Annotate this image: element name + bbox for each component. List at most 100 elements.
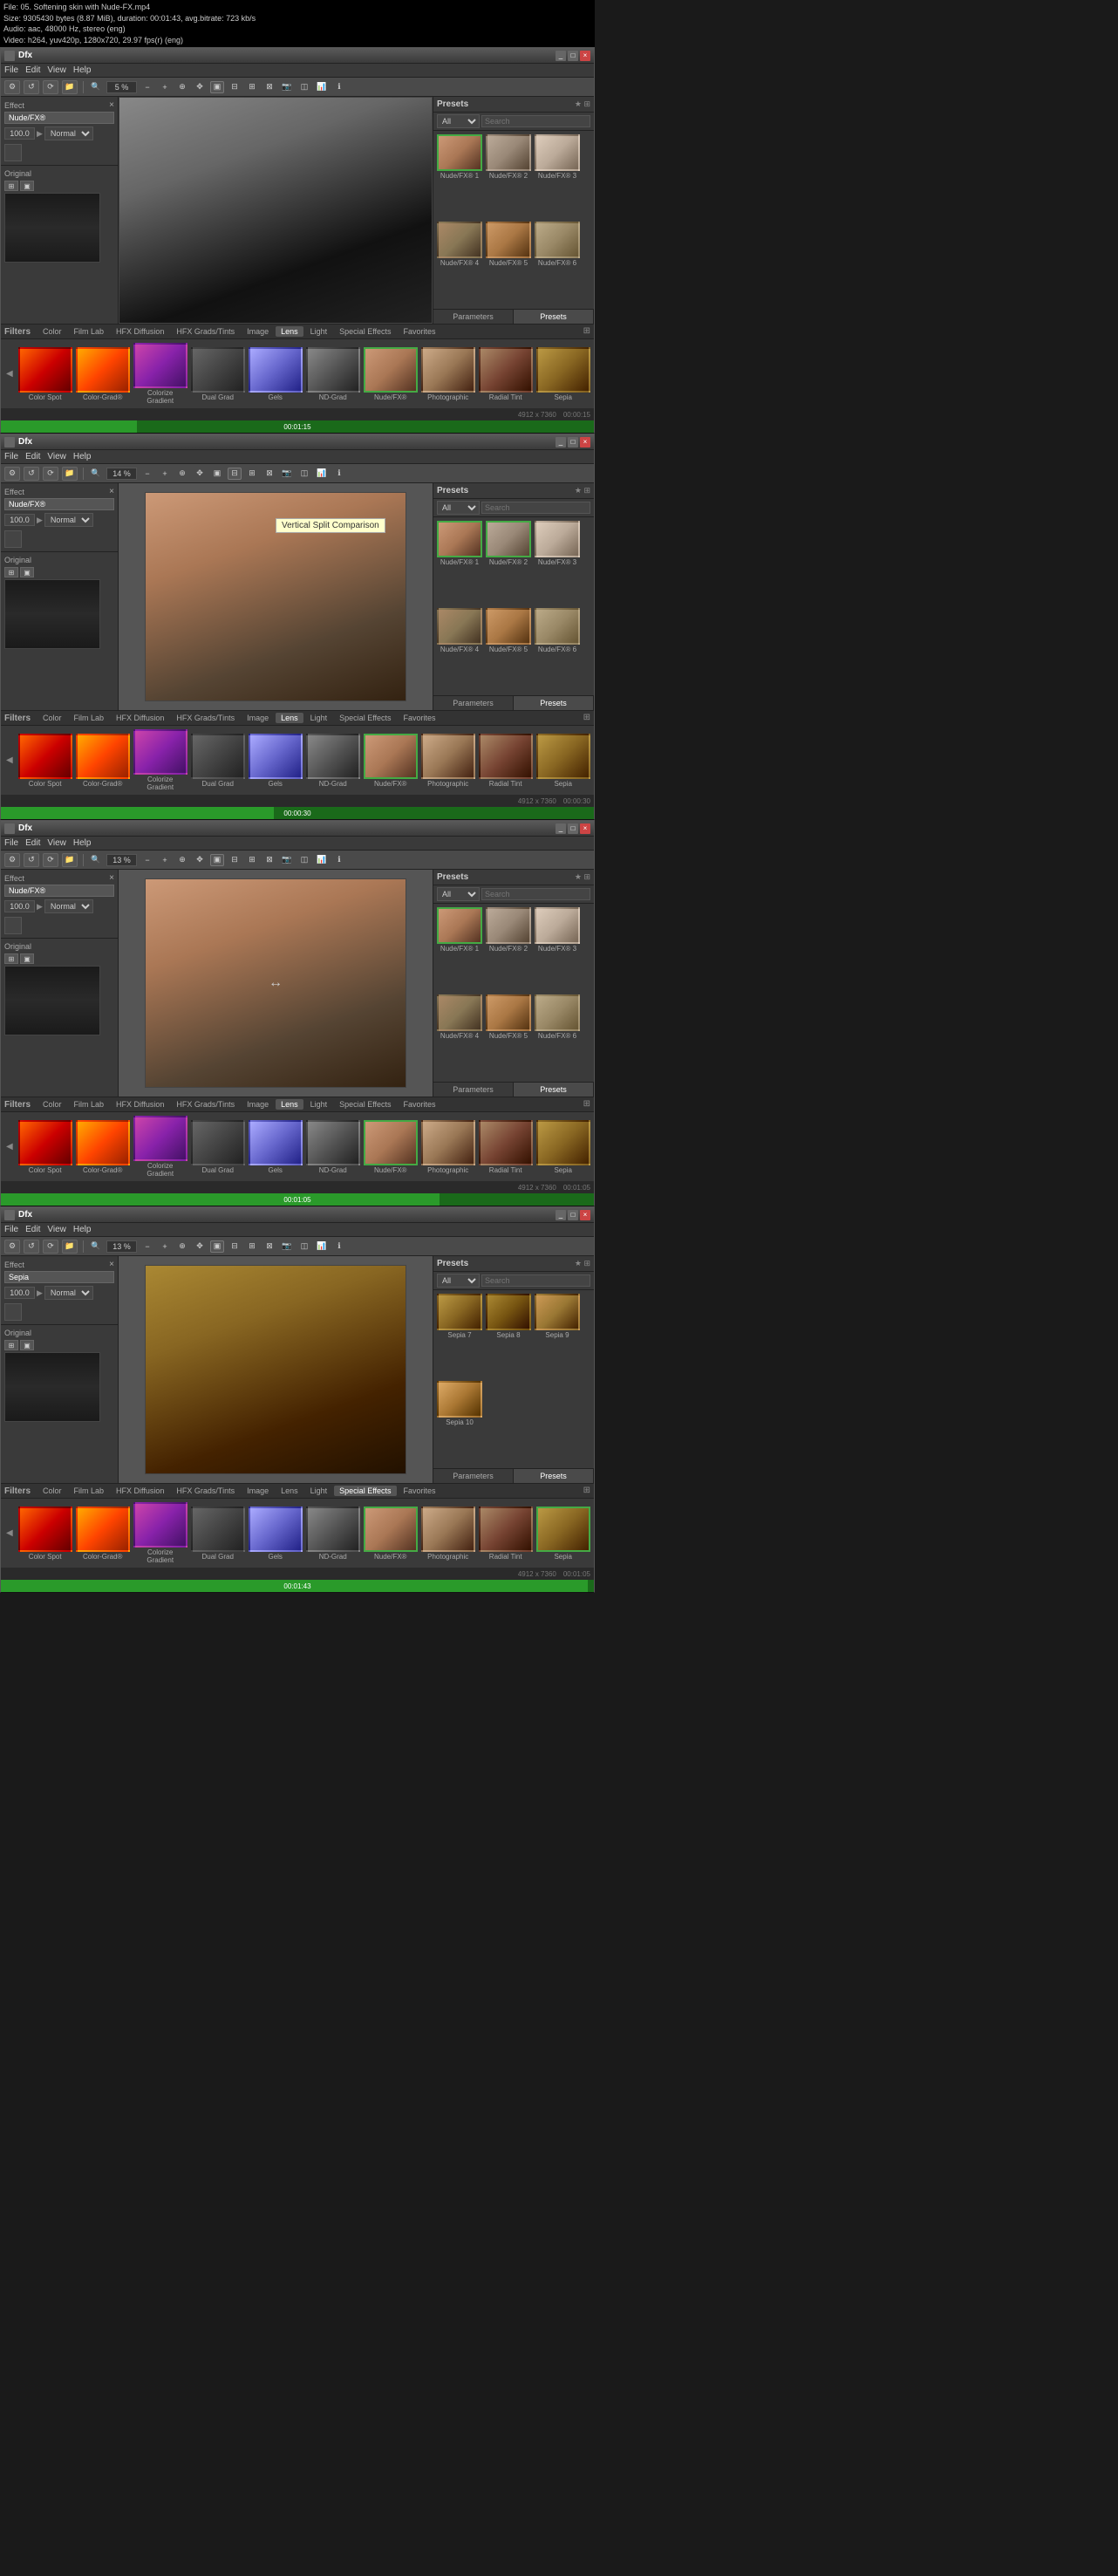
filter-tab-light-4[interactable]: Light (305, 1486, 333, 1496)
filter-item-colorize-3[interactable]: Colorize Gradient (133, 1116, 187, 1178)
preset-item-1-2[interactable]: Nude/FX® 2 (486, 134, 531, 218)
preset-item-4-10[interactable]: Sepia 10 (437, 1381, 482, 1465)
menu-view-2[interactable]: View (47, 452, 66, 461)
histogram-btn-4[interactable]: 📊 (315, 1240, 329, 1253)
preset-thumb-3-4[interactable] (437, 994, 482, 1031)
settings-btn-1[interactable]: ⚙ (4, 80, 20, 94)
menu-help-3[interactable]: Help (73, 838, 92, 848)
preset-thumb-4-8[interactable] (486, 1294, 531, 1330)
maximize-btn-1[interactable]: □ (568, 51, 578, 61)
minimize-btn-1[interactable]: _ (556, 51, 566, 61)
preset-item-3-6[interactable]: Nude/FX® 6 (535, 994, 580, 1078)
filter-tab-hfxg-3[interactable]: HFX Grads/Tints (171, 1099, 240, 1110)
view-split-v-2[interactable]: ⊟ (228, 468, 242, 480)
presets-search-4[interactable] (481, 1274, 590, 1287)
preset-item-3-2[interactable]: Nude/FX® 2 (486, 907, 531, 991)
presets-search-1[interactable] (481, 115, 590, 127)
filter-thumb-sepia-1[interactable] (536, 347, 590, 393)
minimize-btn-3[interactable]: _ (556, 823, 566, 834)
filter-item-ndgrad-3[interactable]: ND-Grad (306, 1120, 360, 1174)
preset-thumb-1-1[interactable] (437, 134, 482, 171)
menu-edit-4[interactable]: Edit (25, 1225, 40, 1234)
filter-tab-hfxg-4[interactable]: HFX Grads/Tints (171, 1486, 240, 1496)
filter-item-ndgrad-2[interactable]: ND-Grad (306, 734, 360, 788)
filter-tab-hfxd-3[interactable]: HFX Diffusion (111, 1099, 169, 1110)
zoom-out-2[interactable]: − (140, 468, 154, 480)
preset-item-3-4[interactable]: Nude/FX® 4 (437, 994, 482, 1078)
filter-tab-color-2[interactable]: Color (37, 713, 67, 723)
preset-item-1-4[interactable]: Nude/FX® 4 (437, 222, 482, 305)
filter-grid-icon-2[interactable]: ⊞ (583, 713, 590, 723)
view-single-3[interactable]: ▣ (210, 854, 224, 866)
blend-select-2[interactable]: Normal (44, 513, 93, 527)
filter-thumb-colorgrad-1[interactable] (76, 347, 130, 393)
filter-thumb-gels-2[interactable] (249, 734, 303, 779)
refresh-btn-2[interactable]: ↺ (24, 467, 39, 481)
menu-edit-1[interactable]: Edit (25, 65, 40, 75)
filter-tab-special-2[interactable]: Special Effects (334, 713, 396, 723)
menu-help-4[interactable]: Help (73, 1225, 92, 1234)
preset-thumb-2-2[interactable] (486, 521, 531, 557)
menu-file-3[interactable]: File (4, 838, 18, 848)
camera-btn-4[interactable]: 📷 (280, 1240, 294, 1253)
filter-item-radial-1[interactable]: Radial Tint (479, 347, 533, 401)
view-4-2[interactable]: ⊠ (262, 468, 276, 480)
filter-item-ndgrad-1[interactable]: ND-Grad (306, 347, 360, 401)
filter-item-colorspot-1[interactable]: Color Spot (18, 347, 72, 401)
presets-options-3[interactable]: ★ ⊞ (575, 872, 590, 882)
filter-item-gels-1[interactable]: Gels (249, 347, 303, 401)
filter-tab-fav-3[interactable]: Favorites (399, 1099, 441, 1110)
preset-thumb-3-6[interactable] (535, 994, 580, 1031)
camera-btn-3[interactable]: 📷 (280, 854, 294, 866)
pan-btn-2[interactable]: ✥ (193, 468, 207, 480)
preset-thumb-3-1[interactable] (437, 907, 482, 944)
effect-close-2[interactable]: × (109, 487, 114, 496)
opacity-input-3[interactable] (4, 900, 35, 912)
menu-edit-2[interactable]: Edit (25, 452, 40, 461)
filter-thumb-colorgrad-2[interactable] (76, 734, 130, 779)
opacity-input-4[interactable] (4, 1287, 35, 1299)
tab-presets-1[interactable]: Presets (514, 310, 594, 324)
zoom-in-4[interactable]: + (158, 1240, 172, 1253)
orig-icon-3a[interactable]: ⊞ (4, 953, 18, 964)
preset-thumb-3-5[interactable] (486, 994, 531, 1031)
filter-thumb-sepia-2[interactable] (536, 734, 590, 779)
presets-options-4[interactable]: ★ ⊞ (575, 1259, 590, 1268)
preset-item-4-7[interactable]: Sepia 7 (437, 1294, 482, 1377)
menu-file-1[interactable]: File (4, 65, 18, 75)
filter-item-dualgrad-1[interactable]: Dual Grad (191, 347, 245, 401)
tab-presets-4[interactable]: Presets (514, 1469, 594, 1483)
filter-item-colorspot-3[interactable]: Color Spot (18, 1120, 72, 1174)
filter-thumb-sepia-3[interactable] (536, 1120, 590, 1165)
minimize-btn-4[interactable]: _ (556, 1210, 566, 1220)
camera-btn-2[interactable]: 📷 (280, 468, 294, 480)
zoom-out-4[interactable]: − (140, 1240, 154, 1253)
view-4-4[interactable]: ⊠ (262, 1240, 276, 1253)
orig-icon-2a[interactable]: ⊞ (4, 567, 18, 577)
menu-view-4[interactable]: View (47, 1225, 66, 1234)
scroll-left-3[interactable]: ◀ (4, 1142, 15, 1151)
filter-grid-icon-4[interactable]: ⊞ (583, 1486, 590, 1496)
zoom-in-1[interactable]: + (158, 81, 172, 93)
preset-item-2-5[interactable]: Nude/FX® 5 (486, 608, 531, 692)
preset-thumb-1-6[interactable] (535, 222, 580, 258)
orig-icon-3b[interactable]: ▣ (20, 953, 34, 964)
preset-thumb-1-2[interactable] (486, 134, 531, 171)
filter-thumb-photo-1[interactable] (421, 347, 475, 393)
filter-tab-filmlab-1[interactable]: Film Lab (69, 326, 110, 337)
settings-btn-2[interactable]: ⚙ (4, 467, 20, 481)
maximize-btn-2[interactable]: □ (568, 437, 578, 448)
preset-item-3-1[interactable]: Nude/FX® 1 (437, 907, 482, 991)
preset-item-2-3[interactable]: Nude/FX® 3 (535, 521, 580, 605)
filter-tab-special-3[interactable]: Special Effects (334, 1099, 396, 1110)
filter-item-gels-3[interactable]: Gels (249, 1120, 303, 1174)
filter-thumb-photo-3[interactable] (421, 1120, 475, 1165)
folder-btn-4[interactable]: 📁 (62, 1240, 78, 1254)
filter-thumb-colorize-1[interactable] (133, 343, 187, 388)
filter-item-gels-2[interactable]: Gels (249, 734, 303, 788)
filter-item-dualgrad-3[interactable]: Dual Grad (191, 1120, 245, 1174)
filter-thumb-nudefx-4[interactable] (364, 1507, 418, 1552)
filter-item-sepia-2[interactable]: Sepia (536, 734, 590, 788)
maximize-btn-3[interactable]: □ (568, 823, 578, 834)
filter-item-nudefx-3[interactable]: Nude/FX® (364, 1120, 418, 1174)
